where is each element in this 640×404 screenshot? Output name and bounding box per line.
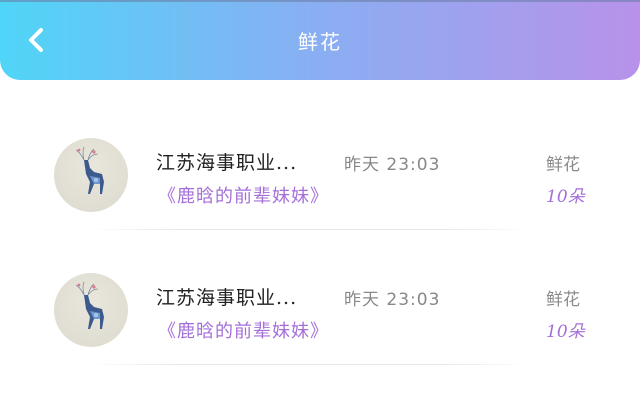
gift-count: 10朵	[546, 322, 585, 342]
gift-time: 昨天 23:03	[344, 155, 441, 175]
list-item[interactable]: 江苏海事职业... 昨天 23:03 《鹿晗的前辈妹妹》 鲜花 10朵	[0, 255, 640, 375]
header-bar: 鲜花	[0, 0, 640, 80]
sender-name: 江苏海事职业...	[156, 152, 298, 174]
gift-type: 鲜花	[546, 155, 580, 175]
gift-type: 鲜花	[546, 290, 580, 310]
deer-avatar-icon	[75, 281, 104, 329]
list-item[interactable]: 江苏海事职业... 昨天 23:03 《鹿晗的前辈妹妹》 鲜花 10朵	[0, 120, 640, 240]
avatar[interactable]	[54, 273, 128, 347]
book-title-link[interactable]: 《鹿晗的前辈妹妹》	[158, 182, 329, 208]
deer-avatar-icon	[75, 146, 104, 194]
page-title: 鲜花	[298, 30, 342, 54]
avatar[interactable]	[54, 138, 128, 212]
book-title-link[interactable]: 《鹿晗的前辈妹妹》	[158, 317, 329, 343]
divider	[90, 229, 530, 230]
sender-name: 江苏海事职业...	[156, 287, 298, 309]
gift-count: 10朵	[546, 187, 585, 207]
divider	[90, 364, 530, 365]
gift-time: 昨天 23:03	[344, 290, 441, 310]
top-edge-line	[0, 0, 640, 2]
